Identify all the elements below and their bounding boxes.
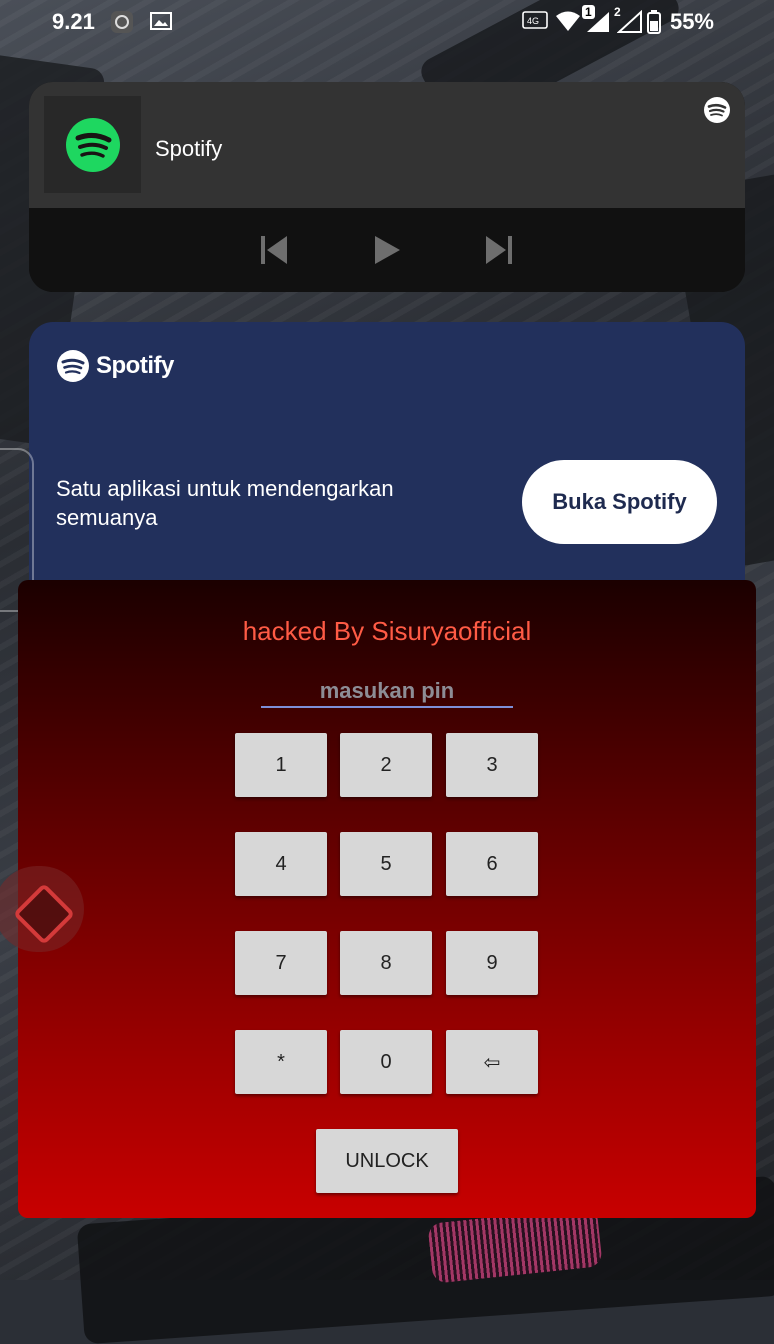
banner-description: Satu aplikasi untuk mendengarkan semuany… xyxy=(56,476,394,530)
status-time: 9.21 xyxy=(52,9,95,34)
key-0[interactable]: 0 xyxy=(340,1030,432,1094)
spotify-logo-icon xyxy=(57,350,89,382)
spotify-logo-text: Spotify xyxy=(96,352,174,379)
battery-percent: 55% xyxy=(669,9,714,34)
key-8[interactable]: 8 xyxy=(340,931,432,995)
key-9[interactable]: 9 xyxy=(446,931,538,995)
lock-overlay: hacked By Sisuryaofficial 1 2 3 4 5 6 7 … xyxy=(18,580,756,1218)
open-spotify-button[interactable]: Buka Spotify xyxy=(522,460,717,544)
volte-icon: 4G xyxy=(522,10,548,38)
svg-text:4G: 4G xyxy=(527,16,539,26)
spotify-small-icon xyxy=(703,96,731,129)
battery-icon xyxy=(647,10,661,40)
signal-icon-sim1 xyxy=(585,10,611,40)
backspace-key[interactable]: ⇦ xyxy=(446,1030,538,1094)
key-2[interactable]: 2 xyxy=(340,733,432,797)
skip-previous-icon[interactable] xyxy=(254,230,294,270)
spotify-promo-banner: Spotify Satu aplikasi untuk mendengarkan… xyxy=(29,322,745,602)
key-7[interactable]: 7 xyxy=(235,931,327,995)
play-icon[interactable] xyxy=(367,230,407,270)
lock-title: hacked By Sisuryaofficial xyxy=(242,616,532,646)
skip-next-icon[interactable] xyxy=(479,230,519,270)
media-controls xyxy=(29,208,745,292)
key-3[interactable]: 3 xyxy=(446,733,538,797)
key-star[interactable]: * xyxy=(235,1030,327,1094)
media-notification[interactable]: Spotify xyxy=(29,82,745,292)
unlock-button[interactable]: UNLOCK xyxy=(316,1129,458,1193)
album-art xyxy=(44,96,141,193)
media-header: Spotify xyxy=(29,82,745,208)
status-bar: 9.21 4G 1 2 55% xyxy=(0,0,774,44)
key-4[interactable]: 4 xyxy=(235,832,327,896)
media-app-name: Spotify xyxy=(155,136,223,161)
spotify-wordmark: Spotify xyxy=(56,349,174,383)
app-notification-icon xyxy=(110,10,134,40)
signal-icon-sim2 xyxy=(616,9,643,40)
wifi-icon xyxy=(555,10,581,38)
key-6[interactable]: 6 xyxy=(446,832,538,896)
spotify-logo-icon xyxy=(65,117,120,172)
gallery-icon xyxy=(150,10,172,38)
key-5[interactable]: 5 xyxy=(340,832,432,896)
pin-input[interactable] xyxy=(261,676,513,708)
key-1[interactable]: 1 xyxy=(235,733,327,797)
